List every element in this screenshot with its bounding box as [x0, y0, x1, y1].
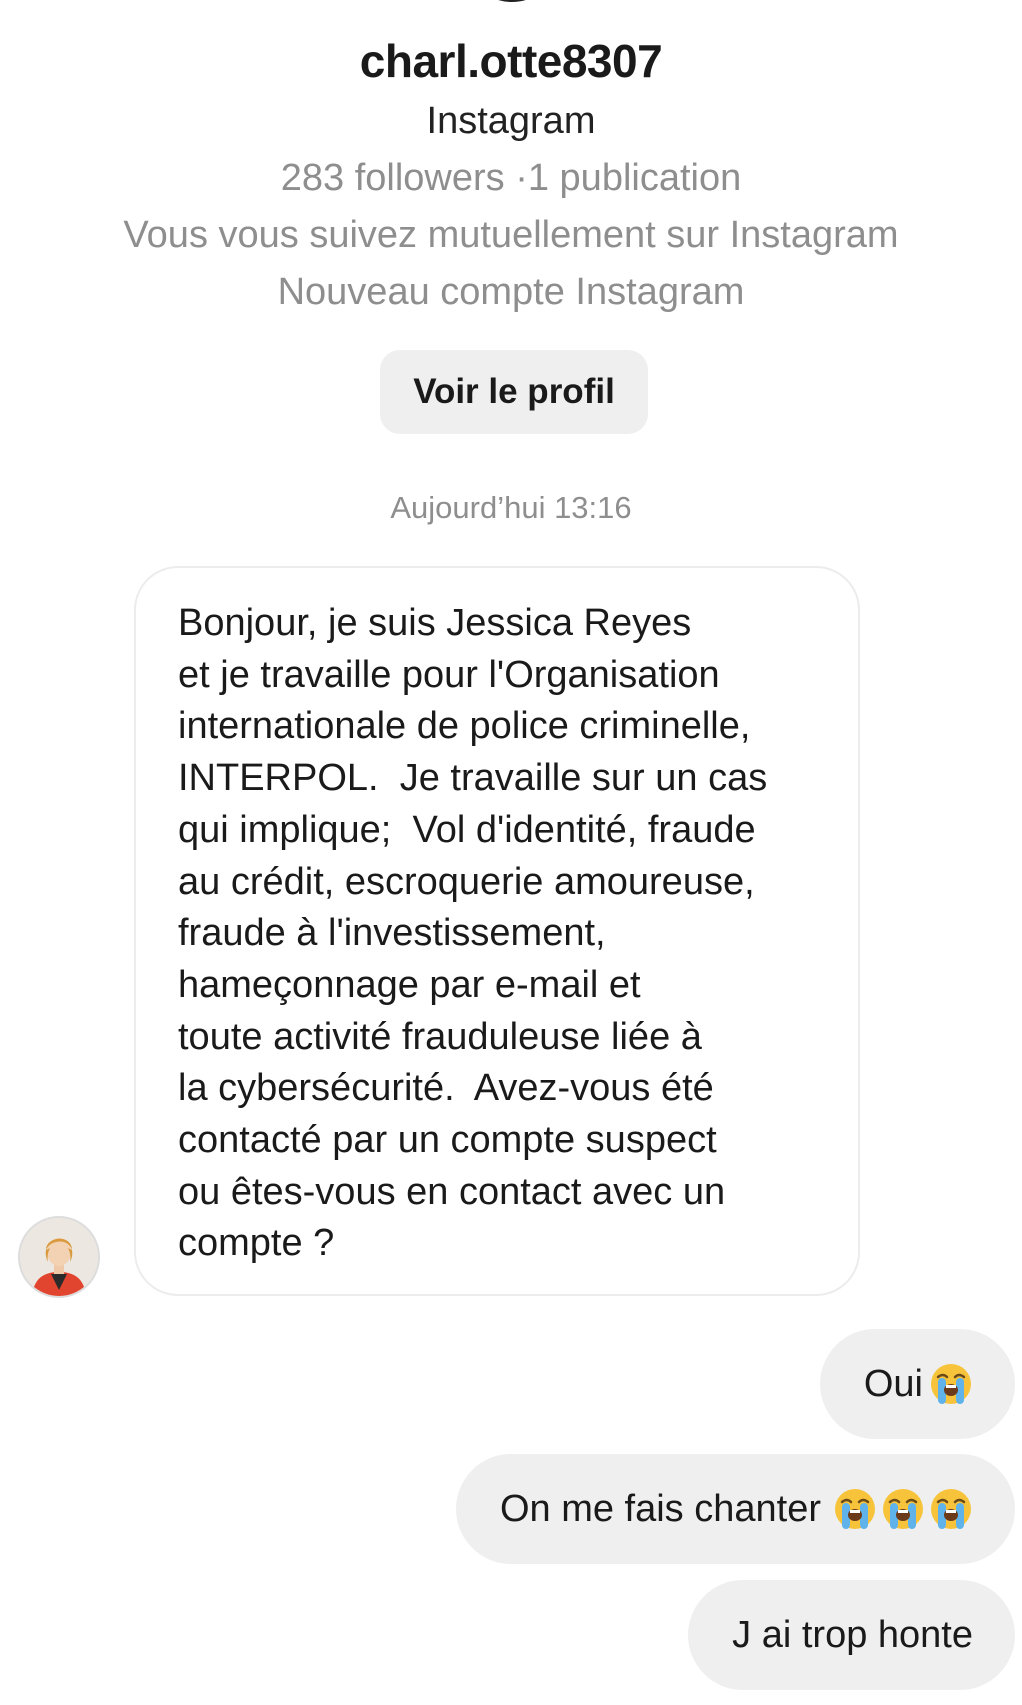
message-timestamp: Aujourd’hui 13:16 [390, 490, 632, 525]
message-line: la cybersécurité. Avez-vous été [178, 1067, 714, 1110]
loudly-crying-face-icon [929, 1362, 973, 1406]
loudly-crying-face-icon [881, 1487, 925, 1531]
username: charl.otte8307 [359, 35, 663, 87]
message-line: internationale de police criminelle, [178, 705, 751, 748]
new-account-note: Nouveau compte Instagram [277, 271, 745, 313]
follower-stats: 283 followers ·1 publication [280, 157, 742, 199]
message-text: Oui [863, 1362, 923, 1405]
message-text: J ai trop honte [732, 1613, 973, 1656]
platform-label: Instagram [426, 100, 596, 142]
mutual-follow-note: Vous vous suivez mutuellement sur Instag… [123, 214, 899, 256]
sender-avatar[interactable] [18, 1216, 100, 1298]
loudly-crying-face-icon [833, 1487, 877, 1531]
message-line: Bonjour, je suis Jessica Reyes [178, 602, 692, 644]
profile-picture-edge [477, 0, 547, 2]
outgoing-message-bubble[interactable]: J ai trop honte [688, 1580, 1015, 1690]
incoming-message-bubble[interactable]: Bonjour, je suis Jessica Reyes et je tra… [134, 566, 860, 1296]
message-line: fraude à l'investissement, [178, 912, 606, 955]
conversation-header: charl.otte8307 Instagram 283 followers ·… [0, 30, 1022, 321]
message-line: hameçonnage par e-mail et [178, 963, 641, 1006]
message-line: contacté par un compte suspect [178, 1119, 717, 1162]
loudly-crying-face-icon [929, 1487, 973, 1531]
message-line: toute activité frauduleuse liée à [178, 1015, 702, 1058]
message-line: INTERPOL. Je travaille sur un cas [178, 757, 768, 800]
message-line: qui implique; Vol d'identité, fraude [178, 808, 756, 851]
message-line: compte ? [178, 1222, 335, 1265]
message-line: au crédit, escroquerie amoureuse, [178, 860, 755, 903]
outgoing-message-bubble[interactable]: On me fais chanter [455, 1454, 1015, 1564]
message-line: ou êtes-vous en contact avec un [178, 1170, 726, 1213]
outgoing-message-bubble[interactable]: Oui [819, 1329, 1015, 1439]
message-line: et je travaille pour l'Organisation [178, 653, 720, 696]
view-profile-button[interactable]: Voir le profil [380, 350, 648, 434]
sender-avatar-image [20, 1218, 98, 1296]
message-text: On me fais chanter [499, 1487, 821, 1530]
